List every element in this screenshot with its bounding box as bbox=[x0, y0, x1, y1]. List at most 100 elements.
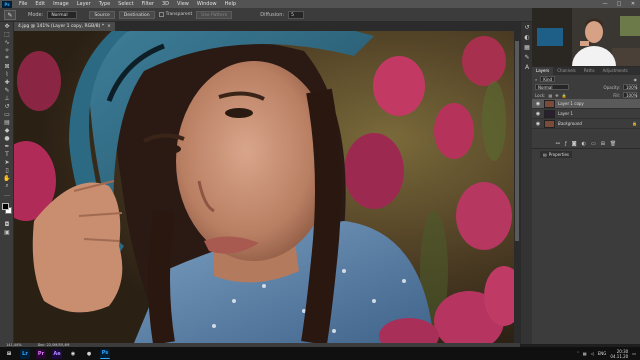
dodge-tool-icon[interactable]: ● bbox=[0, 134, 14, 142]
document-tab-bar: 4.jpg @ 141% (Layer 1 copy, RGB/8) * × bbox=[14, 22, 520, 31]
marquee-tool-icon[interactable]: ⬚ bbox=[0, 30, 14, 38]
zoom-tool-icon[interactable]: ⌕ bbox=[0, 182, 14, 190]
properties-panel: ▤ Properties bbox=[532, 148, 640, 344]
use-pattern-button[interactable]: Use Pattern bbox=[196, 10, 233, 19]
properties-tab[interactable]: ▤ Properties bbox=[540, 151, 572, 158]
windows-start-icon[interactable]: ⊞ bbox=[4, 348, 14, 359]
obs-icon[interactable]: ● bbox=[84, 348, 94, 359]
move-tool-icon[interactable]: ✥ bbox=[0, 22, 14, 30]
layer-row[interactable]: ◉ Background 🔒 bbox=[532, 119, 640, 129]
link-icon[interactable]: ⚯ bbox=[556, 141, 560, 147]
history-brush-tool-icon[interactable]: ↺ bbox=[0, 102, 14, 110]
tab-channels[interactable]: Channels bbox=[553, 67, 580, 75]
fill-label: Fill: bbox=[613, 92, 620, 98]
new-layer-icon[interactable]: ⊞ bbox=[601, 141, 605, 147]
tab-paths[interactable]: Paths bbox=[580, 67, 599, 75]
minimize-button[interactable]: — bbox=[598, 0, 612, 8]
layers-panel-tabs: Layers Channels Paths Adjustments bbox=[532, 67, 640, 75]
tab-adjustments[interactable]: Adjustments bbox=[599, 67, 632, 75]
eraser-tool-icon[interactable]: ▭ bbox=[0, 110, 14, 118]
mode-select[interactable]: Normal bbox=[47, 10, 78, 19]
eyedropper-tool-icon[interactable]: ⌇ bbox=[0, 70, 14, 78]
mask-icon[interactable]: ◙ bbox=[572, 141, 577, 147]
menu-image[interactable]: Image bbox=[49, 0, 73, 8]
menu-layer[interactable]: Layer bbox=[73, 0, 95, 8]
visibility-eye-icon[interactable]: ◉ bbox=[535, 111, 541, 117]
menu-3d[interactable]: 3D bbox=[158, 0, 173, 8]
lightroom-icon[interactable]: Lr bbox=[20, 348, 30, 359]
fill-input[interactable]: 100% bbox=[623, 92, 637, 98]
source-button[interactable]: Source bbox=[89, 10, 115, 19]
group-icon[interactable]: ▭ bbox=[591, 141, 596, 147]
color-swatches[interactable] bbox=[0, 202, 14, 216]
adjustment-icon[interactable]: ◐ bbox=[582, 141, 586, 147]
language-indicator[interactable]: ENG bbox=[598, 351, 607, 356]
quick-mask-icon[interactable]: ◘ bbox=[0, 220, 14, 228]
chevron-up-icon[interactable]: ˄ bbox=[577, 351, 579, 356]
layer-name: Layer 1 copy bbox=[558, 101, 584, 106]
quick-select-tool-icon[interactable]: ✧ bbox=[0, 46, 14, 54]
layer-thumbnail bbox=[544, 109, 555, 118]
close-tab-icon[interactable]: × bbox=[107, 24, 111, 29]
layer-name: Background bbox=[558, 121, 582, 126]
screen-mode-icon[interactable]: ▣ bbox=[0, 228, 14, 236]
frame-tool-icon[interactable]: ⊠ bbox=[0, 62, 14, 70]
pen-tool-icon[interactable]: ✒ bbox=[0, 142, 14, 150]
scrollbar-thumb[interactable] bbox=[515, 41, 519, 241]
blend-mode-select[interactable]: Normal bbox=[535, 84, 569, 90]
menu-select[interactable]: Select bbox=[114, 0, 137, 8]
photoshop-taskbar-icon[interactable]: Ps bbox=[100, 348, 110, 359]
gradient-tool-icon[interactable]: ▤ bbox=[0, 118, 14, 126]
menu-help[interactable]: Help bbox=[221, 0, 240, 8]
menu-window[interactable]: Window bbox=[193, 0, 221, 8]
chrome-icon[interactable]: ◉ bbox=[68, 348, 78, 359]
fx-icon[interactable]: ƒ bbox=[565, 141, 567, 147]
foreground-color-swatch[interactable] bbox=[2, 203, 9, 210]
notification-icon[interactable]: ▭ bbox=[632, 351, 636, 356]
trash-icon[interactable]: 🗑 bbox=[610, 141, 616, 147]
layer-row[interactable]: ◉ Layer 1 bbox=[532, 109, 640, 119]
opacity-input[interactable]: 100% bbox=[623, 84, 637, 90]
lasso-tool-icon[interactable]: ∿ bbox=[0, 38, 14, 46]
patch-tool-icon[interactable]: ✎ bbox=[4, 9, 16, 20]
premiere-icon[interactable]: Pr bbox=[36, 348, 46, 359]
lock-pixels-icon[interactable]: ▦ bbox=[548, 93, 552, 98]
visibility-eye-icon[interactable]: ◉ bbox=[535, 121, 541, 127]
close-window-button[interactable]: ✕ bbox=[626, 0, 640, 8]
layer-row[interactable]: ◉ Layer 1 copy bbox=[532, 99, 640, 109]
network-icon[interactable]: ▦ bbox=[583, 351, 587, 356]
blur-tool-icon[interactable]: ◆ bbox=[0, 126, 14, 134]
transparent-checkbox[interactable]: Transparent bbox=[158, 12, 192, 17]
kind-filter-select[interactable]: Kind bbox=[540, 76, 556, 82]
crop-tool-icon[interactable]: ⌗ bbox=[0, 54, 14, 62]
maximize-button[interactable]: □ bbox=[612, 0, 626, 8]
menu-type[interactable]: Type bbox=[95, 0, 114, 8]
lock-position-icon[interactable]: ✥ bbox=[555, 93, 558, 98]
path-select-tool-icon[interactable]: ➤ bbox=[0, 158, 14, 166]
document-canvas[interactable] bbox=[14, 31, 514, 343]
filter-toggle-icon[interactable]: ◉ bbox=[634, 77, 638, 82]
document-tab[interactable]: 4.jpg @ 141% (Layer 1 copy, RGB/8) * × bbox=[14, 22, 115, 31]
taskbar: ⊞ Lr Pr Ae ◉ ● Ps ˄ ▦ ◁ ENG 20:30 04.11.… bbox=[0, 347, 640, 360]
more-tools-icon[interactable]: … bbox=[0, 190, 14, 198]
document-title: 4.jpg @ 141% (Layer 1 copy, RGB/8) * bbox=[18, 24, 105, 29]
destination-button[interactable]: Destination bbox=[118, 10, 155, 19]
diffusion-input[interactable]: 5 bbox=[288, 10, 305, 19]
healing-brush-tool-icon[interactable]: ✚ bbox=[0, 78, 14, 86]
tab-layers[interactable]: Layers bbox=[532, 67, 554, 75]
menu-filter[interactable]: Filter bbox=[138, 0, 158, 8]
menu-edit[interactable]: Edit bbox=[31, 0, 49, 8]
visibility-eye-icon[interactable]: ◉ bbox=[535, 101, 541, 107]
lock-all-icon[interactable]: 🔒 bbox=[562, 93, 567, 98]
hand-tool-icon[interactable]: ✋ bbox=[0, 174, 14, 182]
menu-view[interactable]: View bbox=[173, 0, 193, 8]
brush-tool-icon[interactable]: ✎ bbox=[0, 86, 14, 94]
menu-file[interactable]: File bbox=[15, 0, 31, 8]
blend-row: Normal Opacity: 100% bbox=[532, 83, 640, 91]
clone-stamp-tool-icon[interactable]: ⊥ bbox=[0, 94, 14, 102]
after-effects-icon[interactable]: Ae bbox=[52, 348, 62, 359]
type-tool-icon[interactable]: T bbox=[0, 150, 14, 158]
rectangle-tool-icon[interactable]: ▯ bbox=[0, 166, 14, 174]
volume-icon[interactable]: ◁ bbox=[591, 351, 594, 356]
clock[interactable]: 20:30 04.11.20 bbox=[610, 349, 628, 359]
